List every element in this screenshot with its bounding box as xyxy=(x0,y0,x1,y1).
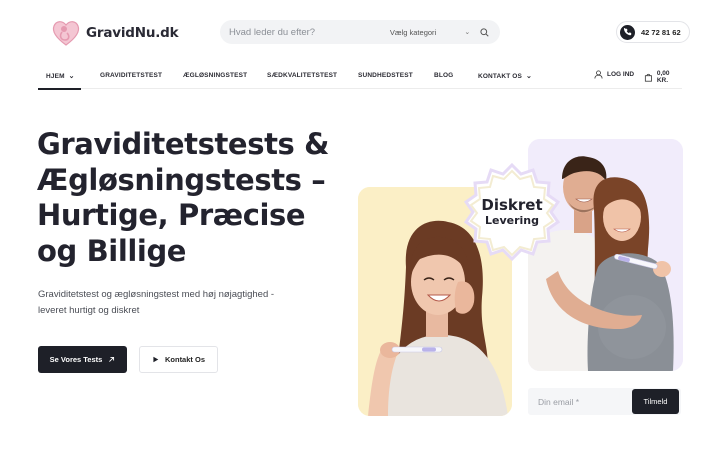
phone-icon xyxy=(620,24,635,40)
page: GravidNu.dk Vælg kategori ⌄ 42 72 81 62 … xyxy=(0,0,720,450)
nav-item-aeglosningstest[interactable]: Ægløsningstest xyxy=(183,72,247,79)
nav-item-blog[interactable]: Blog xyxy=(434,72,453,79)
nav-item-kontakt[interactable]: Kontakt os ⌄ xyxy=(478,72,533,81)
cart-icon xyxy=(644,73,652,82)
login-link[interactable]: Log ind xyxy=(594,70,634,79)
nav-item-sundhedstest[interactable]: Sundhedstest xyxy=(358,72,413,79)
subscribe-button[interactable]: Tilmeld xyxy=(632,389,679,414)
search-icon xyxy=(480,27,489,37)
search-input[interactable] xyxy=(229,26,376,38)
contact-button-label: Kontakt Os xyxy=(164,355,205,364)
newsletter-form: Tilmeld xyxy=(528,388,681,415)
nav-item-label: Ægløsningstest xyxy=(183,72,248,79)
nav-item-saedkvalitetstest[interactable]: Sædkvalitetstest xyxy=(267,72,337,79)
user-icon xyxy=(594,70,603,79)
hero-title-line: Ægløsningstests – xyxy=(37,162,326,197)
email-field[interactable] xyxy=(528,396,632,407)
nav-item-hjem[interactable]: Hjem ⌄ xyxy=(38,72,81,90)
cart-link[interactable]: 0,00 kr. xyxy=(644,70,682,84)
hero-title: Graviditetstests & Ægløsningstests – Hur… xyxy=(37,127,367,269)
hero-title-line: Hurtige, Præcise xyxy=(37,198,306,232)
badge-text: Diskret Levering xyxy=(462,197,562,228)
logo-heart-icon xyxy=(52,21,80,46)
login-label: Log ind xyxy=(607,71,635,78)
phone-number: 42 72 81 62 xyxy=(641,27,681,37)
see-tests-button[interactable]: Se Vores Tests xyxy=(38,346,127,373)
nav-item-label: Graviditetstest xyxy=(100,72,163,79)
hero-title-line: og Billige xyxy=(37,233,187,268)
hero-title-line: Graviditetstests & xyxy=(37,127,329,161)
nav-item-label: Sundhedstest xyxy=(358,72,413,79)
category-select-label: Vælg kategori xyxy=(389,27,437,37)
arrow-up-right-icon xyxy=(109,356,115,362)
search-button[interactable] xyxy=(478,26,490,38)
cart-total: 0,00 kr. xyxy=(656,70,670,84)
search-bar: Vælg kategori ⌄ xyxy=(220,20,500,44)
chevron-down-icon: ⌄ xyxy=(68,73,75,80)
nav-item-label: Kontakt os xyxy=(478,72,522,80)
logo[interactable]: GravidNu.dk xyxy=(50,17,179,49)
play-icon xyxy=(153,356,159,363)
phone-button[interactable]: 42 72 81 62 xyxy=(616,21,690,43)
badge-line1: Diskret xyxy=(481,196,543,214)
brand-name: GravidNu.dk xyxy=(86,25,179,41)
nav-item-graviditetstest[interactable]: Graviditetstest xyxy=(100,72,162,79)
nav-item-label: Sædkvalitetstest xyxy=(267,72,338,79)
contact-button[interactable]: Kontakt Os xyxy=(139,346,218,373)
nav-item-label: Blog xyxy=(434,72,454,79)
nav-item-label: Hjem xyxy=(46,72,65,80)
chevron-down-icon: ⌄ xyxy=(526,73,533,80)
hero-subtitle: Graviditetstest og ægløsningstest med hø… xyxy=(38,289,275,316)
badge-line2: Levering xyxy=(484,214,539,227)
see-tests-label: Se Vores Tests xyxy=(49,355,103,364)
category-select[interactable]: Vælg kategori ⌄ xyxy=(390,28,478,37)
chevron-down-icon: ⌄ xyxy=(464,29,471,36)
main-nav: Hjem ⌄ Graviditetstest Ægløsningstest Sæ… xyxy=(38,66,682,90)
